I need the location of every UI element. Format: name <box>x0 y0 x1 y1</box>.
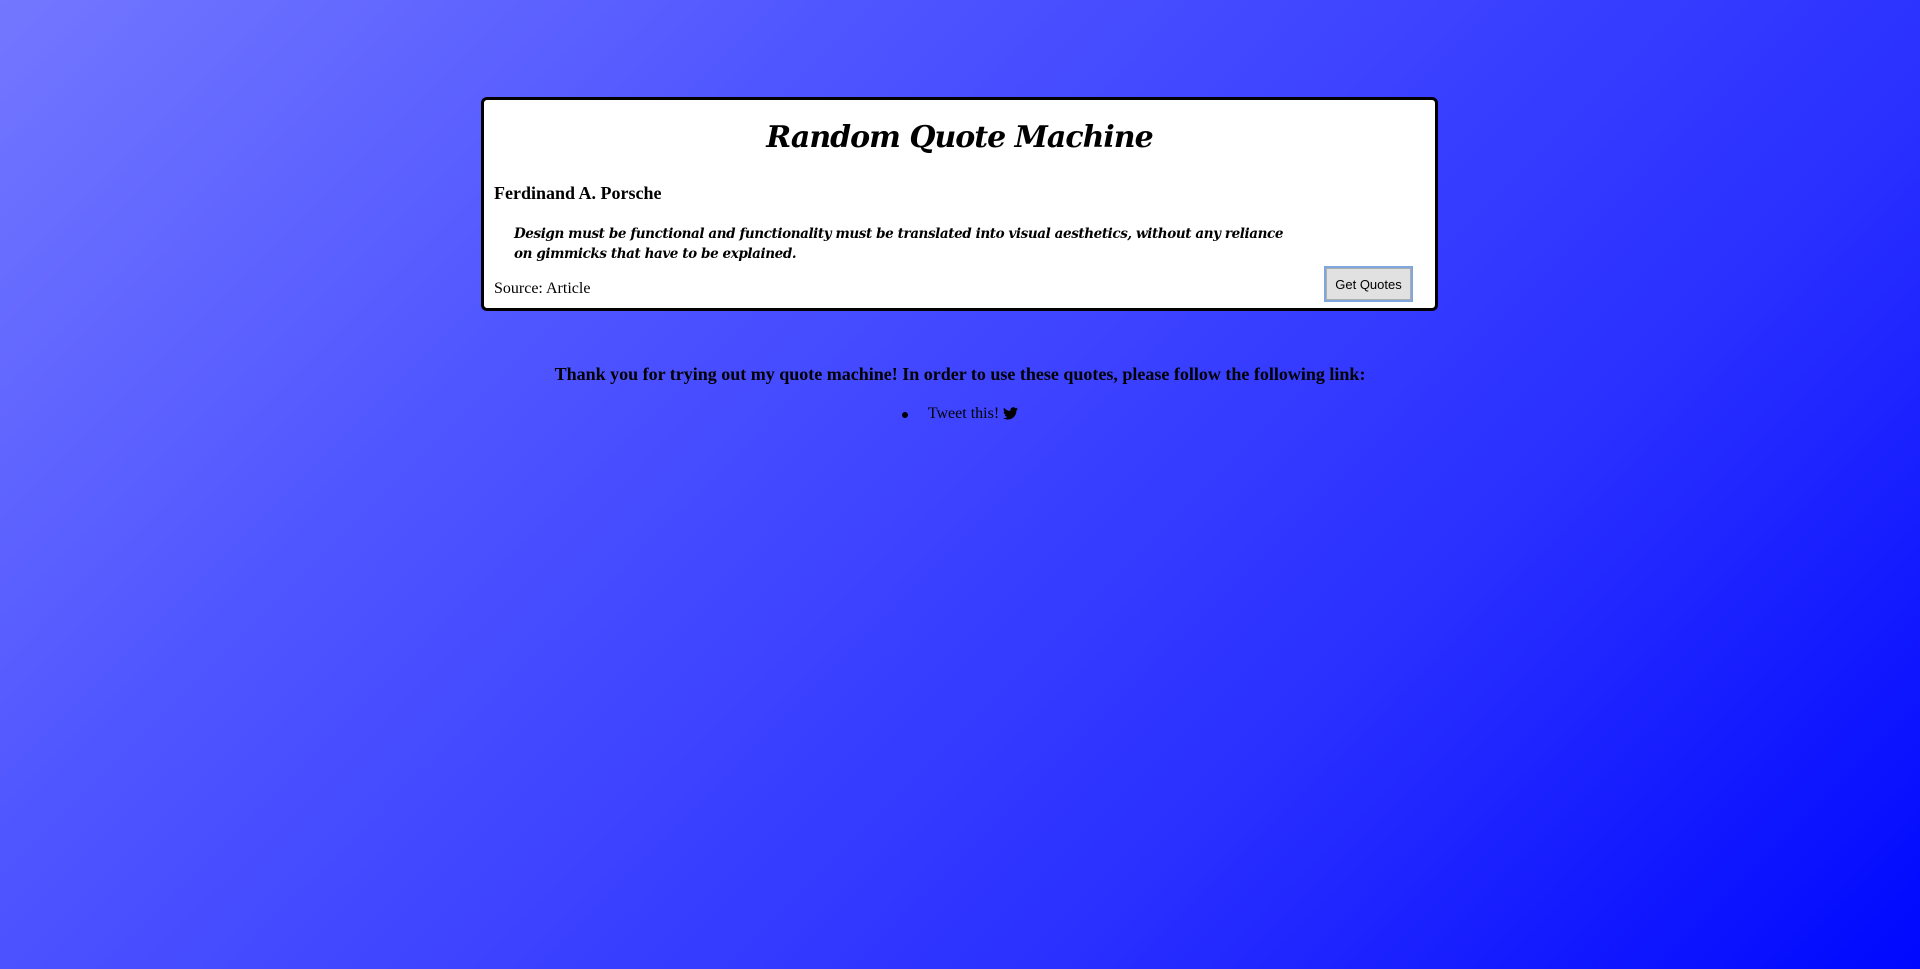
get-quotes-button[interactable]: Get Quotes <box>1324 266 1413 302</box>
tweet-link[interactable]: Tweet this! <box>927 405 1019 425</box>
list-item: Tweet this! <box>901 405 1019 425</box>
page-title: Random Quote Machine <box>766 120 1153 155</box>
quote-card: Random Quote Machine Ferdinand A. Porsch… <box>481 97 1438 311</box>
link-list: Tweet this! <box>0 405 1920 425</box>
quote-source: Source: Article <box>494 280 591 297</box>
quote-author: Ferdinand A. Porsche <box>494 183 662 203</box>
twitter-icon[interactable] <box>1003 407 1019 425</box>
tweet-link-label: Tweet this! <box>927 405 1000 422</box>
quote-text: Design must be functional and functional… <box>514 226 1284 262</box>
thank-you-message: Thank you for trying out my quote machin… <box>554 364 1366 384</box>
